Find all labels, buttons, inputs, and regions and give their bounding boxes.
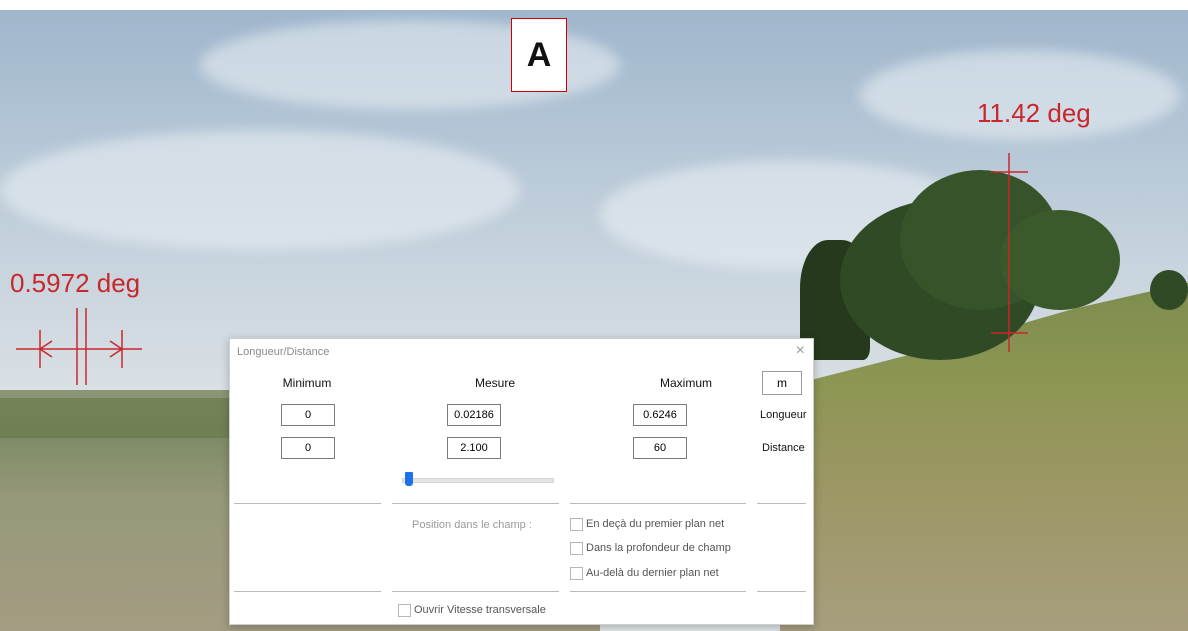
checkbox-depth-of-field[interactable] — [570, 542, 583, 555]
divider — [757, 503, 806, 504]
divider — [392, 591, 559, 592]
checkbox-depth-of-field-label: Dans la profondeur de champ — [586, 542, 731, 554]
distance-measure-field[interactable]: 2.100 — [447, 437, 501, 459]
checkbox-before-focus-label: En deçà du premier plan net — [586, 518, 725, 530]
unit-button[interactable]: m — [762, 371, 802, 395]
column-header-maximum: Maximum — [659, 376, 712, 390]
checkbox-beyond-focus-label: Au-delà du dernier plan net — [586, 567, 719, 579]
angle-readout-left: 0.5972 deg — [10, 268, 141, 298]
divider — [392, 503, 559, 504]
checkbox-before-focus[interactable] — [570, 518, 583, 531]
distance-min-field[interactable]: 0 — [281, 437, 335, 459]
close-icon[interactable]: × — [796, 342, 805, 360]
checkbox-transverse-speed-label: Ouvrir Vitesse transversale — [414, 604, 546, 616]
divider — [757, 591, 806, 592]
length-row-label: Longueur — [760, 409, 807, 421]
marker-label-a: A — [511, 18, 567, 92]
length-measure-field[interactable]: 0.02186 — [447, 404, 501, 426]
checkbox-transverse-speed[interactable] — [398, 604, 411, 617]
divider — [234, 591, 381, 592]
field-strip — [0, 398, 230, 438]
checkbox-beyond-focus[interactable] — [570, 567, 583, 580]
angle-readout-right: 11.42 deg — [977, 98, 1091, 128]
distance-max-field[interactable]: 60 — [633, 437, 687, 459]
length-distance-dialog: Longueur/Distance × Minimum Mesure Maxim… — [229, 338, 814, 625]
position-label: Position dans le champ : — [412, 519, 532, 531]
dialog-title: Longueur/Distance — [237, 346, 330, 358]
divider — [234, 503, 381, 504]
tree-crown-right — [1000, 210, 1120, 310]
distance-slider-thumb[interactable] — [404, 472, 413, 486]
length-min-field[interactable]: 0 — [281, 404, 335, 426]
dialog-titlebar[interactable]: Longueur/Distance × — [230, 339, 813, 365]
bush-far-right — [1150, 270, 1188, 310]
distance-slider-track[interactable] — [402, 478, 554, 483]
column-header-minimum: Minimum — [282, 376, 332, 390]
column-header-measure: Mesure — [474, 376, 515, 390]
divider — [570, 503, 746, 504]
length-max-field[interactable]: 0.6246 — [633, 404, 687, 426]
distance-row-label: Distance — [762, 442, 805, 454]
divider — [570, 591, 746, 592]
